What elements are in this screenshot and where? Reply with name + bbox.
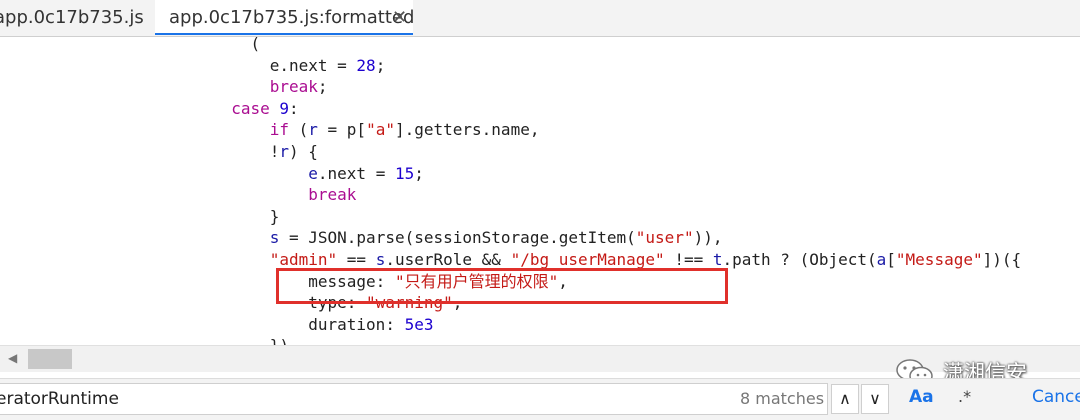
code-token: [ xyxy=(886,250,896,269)
code-token: .userRole && xyxy=(385,250,511,269)
code-token: "a" xyxy=(366,120,395,140)
code-token: 28 xyxy=(356,55,376,75)
code-token: e xyxy=(308,163,318,183)
code-token: if xyxy=(269,120,289,140)
code-token: ].getters.name, xyxy=(394,120,540,140)
previous-match-button[interactable]: ∧ xyxy=(831,384,859,414)
code-token: !== xyxy=(664,250,713,269)
code-token: } xyxy=(0,206,280,226)
code-token: "admin" xyxy=(269,250,338,269)
tab-label: app.0c17b735.js xyxy=(0,7,144,28)
code-line: if (r = p["a"].getters.name, xyxy=(0,119,540,141)
code-token: = p[ xyxy=(317,120,367,140)
code-token: s xyxy=(269,228,280,248)
code-token: t xyxy=(712,250,723,269)
code-line: e.next = 28; xyxy=(0,55,386,77)
code-token: ; xyxy=(375,55,386,75)
code-token: a xyxy=(876,250,887,269)
code-token: .next = xyxy=(317,163,395,183)
code-line: ( xyxy=(0,37,260,55)
tab-app-js-formatted[interactable]: app.0c17b735.js:formatted ✕ xyxy=(155,0,415,36)
code-token: ])({ xyxy=(982,250,1022,269)
code-token: }), xyxy=(0,336,299,345)
code-token: ; xyxy=(317,77,328,97)
code-token: )), xyxy=(693,228,723,248)
highlight-box xyxy=(276,268,728,304)
search-input[interactable]: eratorRuntime 8 matches xyxy=(0,383,828,415)
search-value: eratorRuntime xyxy=(0,389,119,409)
code-token: 9 xyxy=(279,98,289,118)
code-token: r xyxy=(308,120,318,140)
code-token: break xyxy=(308,185,357,205)
tab-app-js[interactable]: app.0c17b735.js xyxy=(0,0,144,36)
code-token: r xyxy=(279,142,289,161)
match-count: 8 matches xyxy=(740,389,825,408)
code-line: }), xyxy=(0,335,299,345)
code-line: } xyxy=(0,206,280,228)
code-token: "/bg_userManage" xyxy=(510,250,665,269)
code-line: s = JSON.parse(sessionStorage.getItem("u… xyxy=(0,227,723,249)
code-token: 5e3 xyxy=(404,314,434,334)
code-line: e.next = 15; xyxy=(0,163,424,185)
search-bar: eratorRuntime 8 matches ∧ ∨ Aa .* Cancel xyxy=(0,378,1080,420)
cancel-button[interactable]: Cancel xyxy=(1032,387,1080,407)
code-token: ( xyxy=(0,37,261,53)
code-token: .path ? (Object( xyxy=(722,250,877,269)
code-token: "user" xyxy=(635,228,694,248)
code-token: "Message" xyxy=(895,250,983,269)
code-token: s xyxy=(375,250,386,269)
code-token: duration: xyxy=(0,314,405,334)
code-token: ; xyxy=(414,163,424,183)
code-token: == xyxy=(337,250,376,269)
code-line: break; xyxy=(0,76,328,98)
code-token: ! xyxy=(0,142,280,161)
scroll-left-icon[interactable]: ◀ xyxy=(8,351,17,365)
code-line: break xyxy=(0,184,356,206)
code-token: 15 xyxy=(394,163,415,183)
code-token: case xyxy=(231,98,270,118)
code-line: duration: 5e3 xyxy=(0,314,433,336)
code-editor[interactable]: ( e.next = 28; break; case 9: if (r = p[… xyxy=(0,37,1080,345)
code-line: case 9: xyxy=(0,98,299,120)
code-token: : xyxy=(289,98,299,118)
match-case-button[interactable]: Aa xyxy=(909,387,934,407)
code-line: !r) { xyxy=(0,141,318,163)
code-token: break xyxy=(269,77,318,97)
scrollbar-thumb[interactable] xyxy=(28,349,72,369)
code-token: ( xyxy=(288,120,309,140)
tab-bar: app.0c17b735.js app.0c17b735.js:formatte… xyxy=(0,0,1080,37)
code-token: e.next = xyxy=(0,55,357,75)
code-token: = JSON.parse(sessionStorage.getItem( xyxy=(279,228,636,248)
code-token: ) { xyxy=(289,142,318,161)
regex-button[interactable]: .* xyxy=(958,387,971,406)
close-icon[interactable]: ✕ xyxy=(392,0,407,36)
tab-label: app.0c17b735.js:formatted xyxy=(169,7,415,28)
next-match-button[interactable]: ∨ xyxy=(861,384,889,414)
